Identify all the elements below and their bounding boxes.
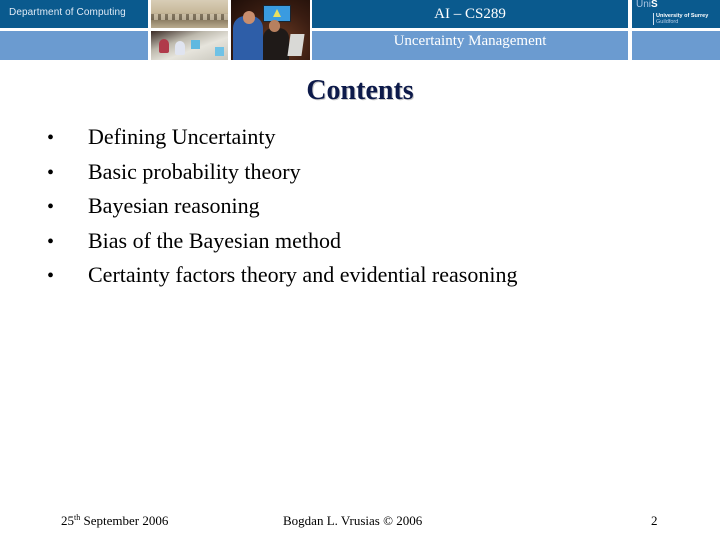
list-item: • Basic probability theory bbox=[47, 159, 517, 194]
footer-date: 25th September 2006 bbox=[61, 513, 168, 529]
contents-list: • Defining Uncertainty • Basic probability… bbox=[47, 124, 517, 297]
university-name: University of Surrey Guildford bbox=[653, 13, 708, 25]
students-presentation-photo bbox=[231, 0, 310, 60]
presentation-screen bbox=[263, 5, 291, 22]
bullet-icon: • bbox=[47, 161, 55, 184]
monitor-icon bbox=[191, 40, 200, 49]
slide-title: Contents bbox=[306, 75, 414, 106]
list-item: • Bias of the Bayesian method bbox=[47, 228, 517, 263]
footer-author: Bogdan L. Vrusias © 2006 bbox=[283, 513, 423, 528]
logo-s-text: S bbox=[651, 0, 658, 10]
department-label: Department of Computing bbox=[9, 7, 126, 18]
bullet-icon: • bbox=[47, 127, 55, 149]
bullet-icon: • bbox=[47, 230, 55, 253]
list-item-text: Basic probability theory bbox=[88, 158, 301, 184]
course-subtitle: Uncertainty Management bbox=[393, 33, 547, 49]
slide-header: Department of Computing AI – CS289 Uncer… bbox=[0, 0, 720, 62]
list-item: • Bayesian reasoning bbox=[47, 193, 517, 228]
logo-uni-text: Uni bbox=[636, 0, 652, 10]
laptop-icon bbox=[287, 34, 305, 56]
list-item: • Certainty factors theory and evidential… bbox=[47, 262, 517, 297]
course-title: AI – CS289 bbox=[434, 6, 506, 22]
page-number: 2 bbox=[651, 513, 658, 528]
computer-lab-photo bbox=[151, 0, 228, 28]
bullet-icon: • bbox=[47, 265, 55, 287]
unis-logo: UniS bbox=[636, 0, 658, 10]
monitor-icon bbox=[215, 47, 224, 56]
list-item: • Defining Uncertainty bbox=[47, 124, 517, 159]
list-item-text: Bias of the Bayesian method bbox=[88, 227, 341, 253]
bullet-icon: • bbox=[47, 196, 55, 218]
logo-band-lower bbox=[632, 31, 720, 60]
date-rest: September 2006 bbox=[80, 513, 169, 528]
date-day: 25 bbox=[61, 513, 74, 528]
list-item-text: Bayesian reasoning bbox=[88, 193, 260, 218]
list-item-text: Certainty factors theory and evidential … bbox=[88, 262, 518, 287]
student-head bbox=[269, 20, 280, 32]
department-band-lower bbox=[0, 31, 148, 60]
student-figure bbox=[263, 28, 289, 60]
student-figure bbox=[175, 41, 185, 55]
university-town: Guildford bbox=[656, 19, 679, 25]
students-at-computers-photo bbox=[151, 31, 228, 60]
student-head bbox=[243, 11, 255, 24]
student-figure bbox=[159, 39, 169, 53]
list-item-text: Defining Uncertainty bbox=[88, 124, 276, 149]
